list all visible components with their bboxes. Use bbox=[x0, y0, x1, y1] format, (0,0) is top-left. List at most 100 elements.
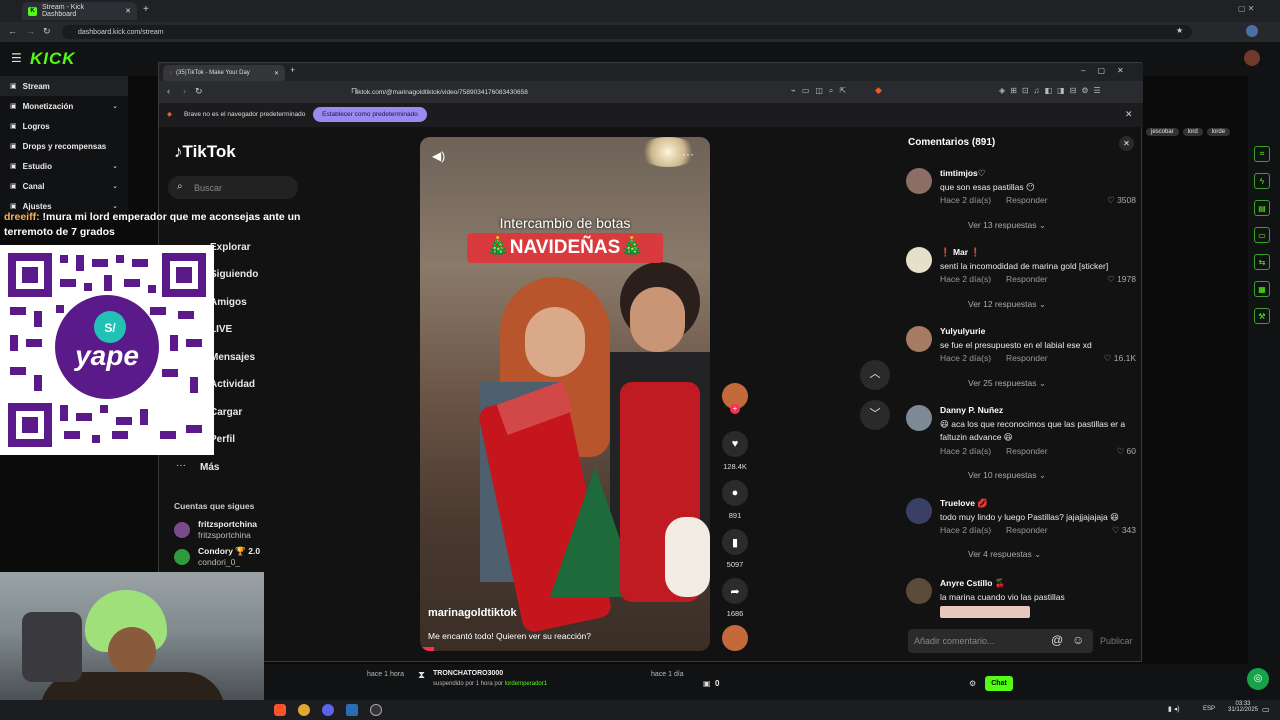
outer-tab-kick[interactable]: K Stream - Kick Dashboard ✕ bbox=[22, 2, 137, 20]
comment-like[interactable]: ♡ 1978 bbox=[1107, 274, 1136, 285]
avatar[interactable] bbox=[906, 498, 932, 524]
close-comments-icon[interactable]: ✕ bbox=[1119, 136, 1134, 151]
nav-siguiendo[interactable]: Siguiendo bbox=[210, 269, 258, 280]
hamburger-menu-icon[interactable]: ☰ bbox=[11, 51, 22, 65]
back-icon[interactable]: ← bbox=[8, 26, 17, 36]
rail-tool-icon[interactable]: ⌗ bbox=[1254, 146, 1270, 162]
reply-link[interactable]: Responder bbox=[1006, 446, 1048, 456]
window-controls[interactable]: ▢ ✕ bbox=[1238, 4, 1254, 13]
comment-like[interactable]: ♡ 3508 bbox=[1107, 195, 1136, 206]
nav-mas[interactable]: Más bbox=[200, 462, 219, 473]
language-indicator[interactable]: ESP bbox=[1203, 706, 1215, 712]
nav-amigos[interactable]: Amigos bbox=[210, 297, 247, 308]
rail-wrench-icon[interactable]: ⚒ bbox=[1254, 308, 1270, 324]
video-progress-bar[interactable] bbox=[420, 647, 434, 651]
inner-tab-tiktok[interactable]: ♪ (35)TikTok - Make Your Day ✕ bbox=[163, 65, 285, 81]
view-replies-link[interactable]: Ver 12 respuestas ⌄ bbox=[968, 299, 1046, 310]
post-button[interactable]: Publicar bbox=[1100, 636, 1133, 646]
floating-chat-icon[interactable]: ◎ bbox=[1247, 668, 1269, 690]
like-button[interactable]: ♥ 128.4K bbox=[722, 431, 748, 471]
add-comment-input[interactable]: Añadir comentario... @ ☺ bbox=[908, 629, 1093, 653]
back-icon[interactable]: ‹ bbox=[167, 86, 170, 96]
tag-chip[interactable]: jescobar bbox=[1146, 128, 1179, 136]
notification-icon[interactable]: ▭ bbox=[1262, 705, 1270, 714]
video-more-icon[interactable]: ··· bbox=[682, 147, 694, 161]
reload-icon[interactable]: ↻ bbox=[43, 26, 51, 37]
reply-link[interactable]: Responder bbox=[1006, 525, 1048, 535]
comment-user[interactable]: Danny P. Nuñez bbox=[940, 405, 1003, 415]
reply-link[interactable]: Responder bbox=[1006, 353, 1048, 363]
video-username[interactable]: marinagoldtiktok bbox=[428, 607, 517, 619]
close-banner-icon[interactable]: ✕ bbox=[1125, 109, 1133, 120]
volume-icon[interactable]: ◀) bbox=[432, 149, 445, 163]
obs-taskbar-icon[interactable] bbox=[370, 704, 382, 716]
previous-video-chevron-up-icon[interactable]: ︿ bbox=[860, 360, 890, 390]
nav-mensajes[interactable]: Mensajes bbox=[210, 352, 255, 363]
tiktok-logo[interactable]: ♪TikTok bbox=[174, 142, 236, 162]
avatar[interactable] bbox=[906, 168, 932, 194]
tiktok-search-input[interactable]: ⌕ Buscar bbox=[168, 176, 298, 199]
nav-cargar[interactable]: Cargar bbox=[210, 407, 242, 418]
nav-actividad[interactable]: Actividad bbox=[210, 379, 255, 390]
comment-like[interactable]: ♡ 343 bbox=[1112, 525, 1136, 536]
avatar[interactable] bbox=[906, 247, 932, 273]
comment-user[interactable]: ❗ Mar ❗ bbox=[940, 247, 981, 258]
nav-explorar[interactable]: Explorar bbox=[210, 242, 251, 253]
rail-chat-icon[interactable]: ▭ bbox=[1254, 227, 1270, 243]
music-disc[interactable] bbox=[722, 625, 748, 651]
rail-bolt-icon[interactable]: ϟ bbox=[1254, 173, 1270, 189]
rail-link-icon[interactable]: ⇆ bbox=[1254, 254, 1270, 270]
save-button[interactable]: ▮ 5097 bbox=[722, 529, 748, 569]
chrome-taskbar-icon[interactable] bbox=[298, 704, 310, 716]
window-controls[interactable]: –▢✕ bbox=[1081, 66, 1136, 75]
share-button[interactable]: ➦ 1686 bbox=[722, 578, 748, 618]
mention-icon[interactable]: @ bbox=[1051, 633, 1063, 647]
tag-chip[interactable]: lorde bbox=[1206, 128, 1231, 136]
video-player[interactable]: ◀) ··· Intercambio de botas 🎄NAVIDEÑAS🎄 … bbox=[420, 137, 710, 651]
reply-link[interactable]: Responder bbox=[1006, 274, 1048, 284]
kick-sidebar-item[interactable]: ▣ Canal ⌄ bbox=[0, 176, 128, 196]
forward-icon[interactable]: → bbox=[26, 26, 35, 36]
chat-button[interactable]: Chat bbox=[985, 676, 1013, 691]
kick-sidebar-item[interactable]: ▣ Drops y recompensas bbox=[0, 136, 128, 156]
following-account[interactable]: Condory 🏆 2.0 condori_0_ bbox=[174, 545, 284, 569]
view-replies-link[interactable]: Ver 25 respuestas ⌄ bbox=[968, 378, 1046, 389]
steam-taskbar-icon[interactable] bbox=[346, 704, 358, 716]
moderation-user[interactable]: TRONCHATORO3000 bbox=[433, 670, 503, 677]
settings-gear-icon[interactable]: ⚙ bbox=[969, 679, 976, 688]
reload-icon[interactable]: ↻ bbox=[195, 86, 203, 97]
clock[interactable]: 03:33 31/12/2025 bbox=[1228, 701, 1258, 713]
tray-icons[interactable]: ▮ ◂) bbox=[1168, 705, 1180, 713]
tag-chip[interactable]: lord bbox=[1182, 128, 1203, 136]
rail-layout-icon[interactable]: ▦ bbox=[1254, 281, 1270, 297]
set-default-button[interactable]: Establecer como predeterminado bbox=[313, 107, 427, 122]
rail-doc-icon[interactable]: ▤ bbox=[1254, 200, 1270, 216]
avatar[interactable] bbox=[906, 578, 932, 604]
creator-avatar[interactable]: + bbox=[722, 383, 748, 414]
kick-sidebar-item[interactable]: ▣ Estudio ⌄ bbox=[0, 156, 128, 176]
following-account[interactable]: fritzsportchina fritzsportchina bbox=[174, 518, 284, 542]
discord-taskbar-icon[interactable] bbox=[322, 704, 334, 716]
view-replies-link[interactable]: Ver 13 respuestas ⌄ bbox=[968, 220, 1046, 231]
forward-icon[interactable]: › bbox=[183, 86, 186, 96]
view-replies-link[interactable]: Ver 10 respuestas ⌄ bbox=[968, 470, 1046, 481]
follow-plus-icon[interactable]: + bbox=[730, 404, 740, 414]
kick-sidebar-item[interactable]: ▣ Logros bbox=[0, 116, 128, 136]
comment-button[interactable]: ● 891 bbox=[722, 480, 748, 520]
kick-sidebar-item[interactable]: ▣ Stream bbox=[0, 76, 128, 96]
kick-logo[interactable]: KICK bbox=[30, 49, 76, 69]
bookmark-star-icon[interactable]: ★ bbox=[1176, 26, 1183, 35]
reply-link[interactable]: Responder bbox=[1006, 195, 1048, 205]
close-icon[interactable]: ✕ bbox=[274, 70, 279, 77]
brave-shield-icon[interactable]: ◆ bbox=[875, 85, 882, 96]
avatar[interactable] bbox=[906, 326, 932, 352]
toolbar-icons[interactable]: ⌁▭◫⌕⇱ bbox=[791, 86, 852, 96]
comment-user[interactable]: timtimjos♡ bbox=[940, 168, 985, 179]
brave-taskbar-icon[interactable] bbox=[274, 704, 286, 716]
avatar[interactable] bbox=[906, 405, 932, 431]
new-tab-icon[interactable]: + bbox=[143, 4, 149, 15]
next-video-chevron-down-icon[interactable]: ﹀ bbox=[860, 400, 890, 430]
comment-like[interactable]: ♡ 60 bbox=[1117, 446, 1136, 457]
new-tab-icon[interactable]: + bbox=[290, 65, 295, 75]
view-replies-link[interactable]: Ver 4 respuestas ⌄ bbox=[968, 549, 1041, 560]
